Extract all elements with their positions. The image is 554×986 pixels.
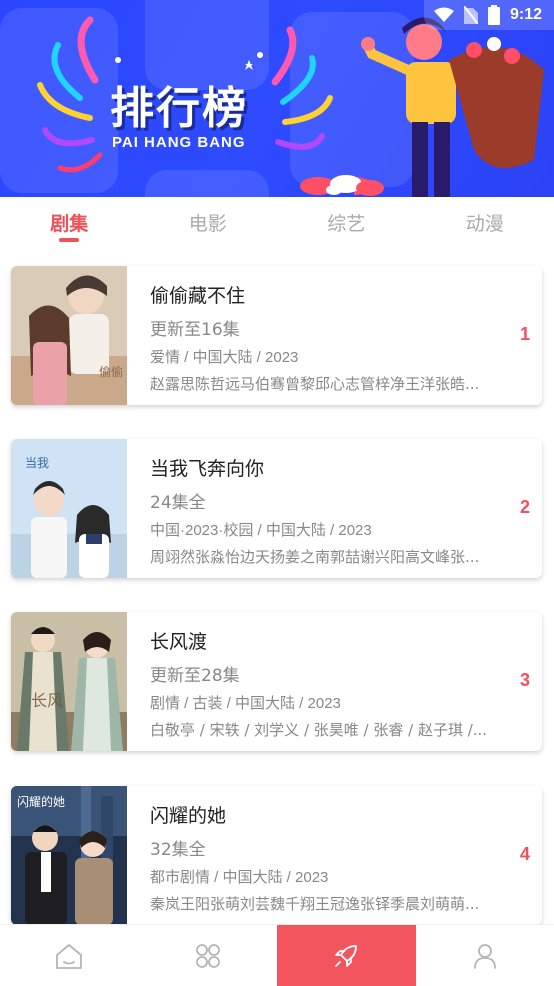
item-cast: 白敬亭 / 宋轶 / 刘学义 / 张昊唯 / 张睿 / 赵子琪 /...: [150, 721, 488, 739]
sneakers-pile: [300, 175, 384, 196]
tab-series[interactable]: 剧集: [0, 197, 139, 249]
item-rank: 2: [519, 497, 530, 517]
poster-image: 长风: [11, 612, 127, 751]
svg-text:闪耀的她: 闪耀的她: [17, 794, 65, 809]
banner-subtitle: PAI HANG BANG: [112, 134, 246, 151]
nav-home[interactable]: [0, 925, 139, 986]
nav-category[interactable]: [139, 925, 278, 986]
item-meta: 剧情 / 古装 / 中国大陆 / 2023: [150, 695, 341, 712]
item-cast: 秦岚王阳张萌刘芸魏千翔王冠逸张铎季晨刘萌萌...: [150, 895, 480, 913]
home-icon: [56, 943, 83, 969]
item-episode-status: 32集全: [150, 840, 206, 860]
rocket-icon: [335, 944, 358, 967]
nav-profile[interactable]: [416, 925, 554, 986]
svg-text:偷偷: 偷偷: [99, 364, 123, 379]
item-meta: 爱情 / 中国大陆 / 2023: [150, 349, 299, 366]
banner-title: 排行榜: [110, 83, 248, 134]
battery-icon: [487, 5, 500, 25]
item-title: 长风渡: [150, 631, 208, 653]
item-title: 闪耀的她: [150, 805, 227, 827]
item-rank: 1: [519, 324, 530, 344]
nav-ranking[interactable]: [277, 925, 416, 986]
poster-image: 闪耀的她: [11, 786, 127, 925]
list-item[interactable]: 当我 当我飞奔向你 24集全 中国·2023·校园 / 中国大陆 / 2023 …: [11, 439, 542, 578]
grid-icon: [195, 943, 220, 968]
svg-text:当我: 当我: [25, 456, 49, 470]
item-episode-status: 更新至28集: [150, 666, 240, 686]
poster-image: 偷偷: [11, 266, 127, 405]
item-meta: 中国·2023·校园 / 中国大陆 / 2023: [150, 522, 372, 539]
list-item[interactable]: 长风 长风渡 更新至28集 剧情 / 古装 / 中国大陆 / 2023 白敬亭 …: [11, 612, 542, 751]
svg-text:长风: 长风: [31, 691, 63, 710]
list-item[interactable]: 闪耀的她 闪耀的她 32集全 都市剧情 / 中国大陆 / 2023 秦岚王阳张萌…: [11, 786, 542, 925]
status-bar: 9:12: [424, 0, 554, 30]
item-episode-status: 更新至16集: [150, 320, 240, 340]
wifi-icon: [433, 7, 454, 22]
item-title: 偷偷藏不住: [150, 285, 246, 307]
category-tabs: 剧集 电影 综艺 动漫: [0, 197, 554, 249]
item-episode-status: 24集全: [150, 493, 206, 513]
item-rank: 3: [519, 670, 530, 690]
list-item[interactable]: 偷偷 偷偷藏不住 更新至16集 爱情 / 中国大陆 / 2023 赵露思陈哲远马…: [11, 266, 542, 405]
poster-image: 当我: [11, 439, 127, 578]
tab-variety[interactable]: 综艺: [277, 197, 416, 249]
bottom-nav: [0, 924, 554, 986]
user-icon: [473, 943, 496, 969]
ranking-banner: 排行榜 PAI HANG BANG 9:12: [0, 0, 554, 197]
no-sim-icon: [463, 6, 478, 24]
tab-movies[interactable]: 电影: [139, 197, 278, 249]
tab-anime[interactable]: 动漫: [416, 197, 554, 249]
item-cast: 周翊然张淼怡边天扬姜之南郭喆谢兴阳高文峰张...: [150, 548, 480, 566]
item-title: 当我飞奔向你: [150, 458, 265, 480]
item-rank: 4: [519, 844, 530, 864]
item-meta: 都市剧情 / 中国大陆 / 2023: [150, 869, 329, 886]
item-cast: 赵露思陈哲远马伯骞曾黎邱心志管梓净王洋张皓...: [150, 375, 480, 393]
status-time: 9:12: [509, 6, 542, 23]
